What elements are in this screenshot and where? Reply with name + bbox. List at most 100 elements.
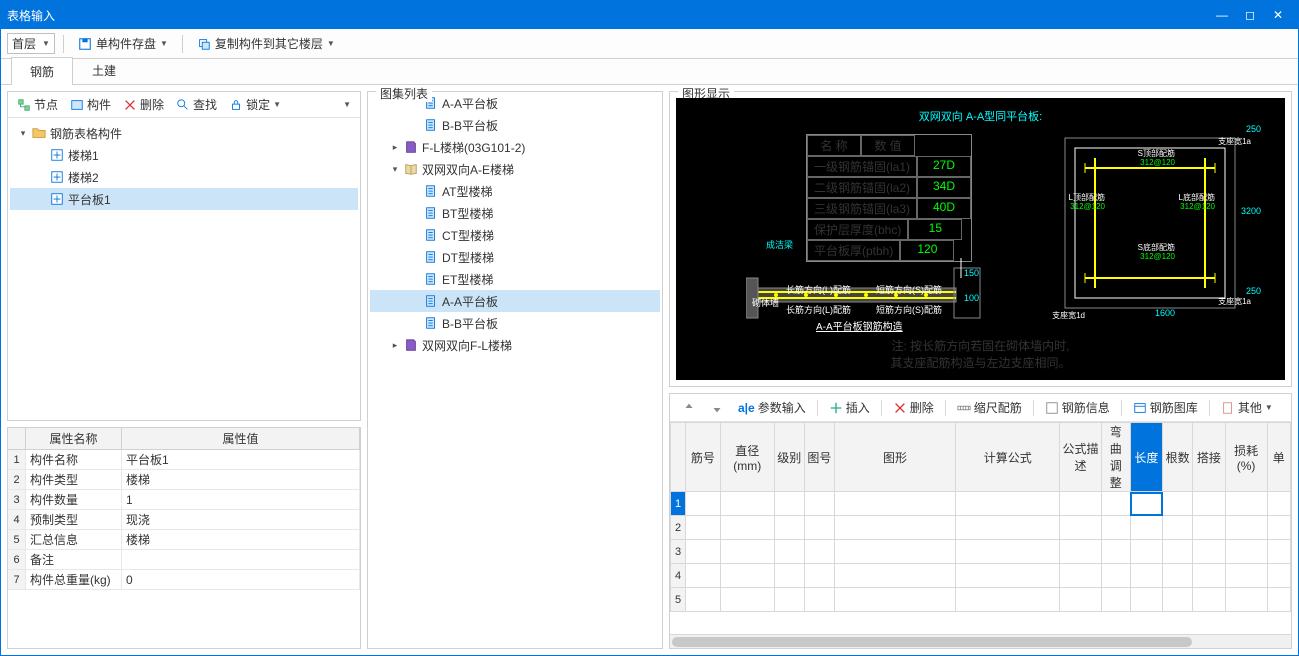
component-button[interactable]: 构件 xyxy=(65,94,116,115)
page-icon xyxy=(1221,401,1235,415)
lock-button[interactable]: 锁定▼ xyxy=(224,94,286,115)
titlebar: 表格输入 — ◻ ✕ xyxy=(1,1,1298,29)
find-button[interactable]: 查找 xyxy=(171,94,222,115)
rebar-lib-button[interactable]: 钢筋图库 xyxy=(1127,397,1204,418)
book-icon xyxy=(404,338,418,352)
chevron-down-icon: ▼ xyxy=(327,39,335,48)
table-row[interactable]: 4 xyxy=(671,564,1291,588)
save-icon xyxy=(78,37,92,51)
tree-item[interactable]: 楼梯2 xyxy=(10,166,358,188)
main-tabs: 钢筋 土建 xyxy=(1,59,1298,85)
minimize-button[interactable]: — xyxy=(1208,5,1236,25)
delete-icon xyxy=(893,401,907,415)
plus-box-icon xyxy=(50,192,64,206)
ruler-icon xyxy=(957,401,971,415)
column-header[interactable]: 图号 xyxy=(804,423,834,492)
chevron-down-icon: ▼ xyxy=(273,100,281,109)
rebar-table[interactable]: 筋号直径(mm)级别图号图形计算公式公式描述弯曲调整长度根数搭接损耗(%)单 1… xyxy=(670,422,1291,612)
single-save-button[interactable]: 单构件存盘 ▼ xyxy=(72,33,174,54)
property-row[interactable]: 3构件数量1 xyxy=(8,490,360,510)
atlas-item[interactable]: AT型楼梯 xyxy=(370,180,660,202)
node-button[interactable]: 节点 xyxy=(12,94,63,115)
other-button[interactable]: 其他▼ xyxy=(1215,397,1279,418)
atlas-item[interactable]: BT型楼梯 xyxy=(370,202,660,224)
property-row[interactable]: 6备注 xyxy=(8,550,360,570)
delete-button[interactable]: 删除 xyxy=(118,94,169,115)
page-icon xyxy=(424,118,438,132)
scale-rebar-button[interactable]: 缩尺配筋 xyxy=(951,397,1028,418)
page-icon xyxy=(424,316,438,330)
tree-item[interactable]: 楼梯1 xyxy=(10,144,358,166)
atlas-item[interactable]: A-A平台板 xyxy=(370,290,660,312)
page-icon xyxy=(424,228,438,242)
move-down-button[interactable] xyxy=(704,399,730,417)
atlas-item[interactable]: DT型楼梯 xyxy=(370,246,660,268)
library-icon xyxy=(1133,401,1147,415)
delete-icon xyxy=(123,98,137,112)
copy-to-other-floors-button[interactable]: 复制构件到其它楼层 ▼ xyxy=(191,33,341,54)
book-icon xyxy=(404,140,418,154)
canvas-title: 双网双向 A-A型同平台板: xyxy=(919,108,1042,124)
column-header[interactable]: 计算公式 xyxy=(956,423,1060,492)
column-header[interactable]: 级别 xyxy=(774,423,804,492)
column-header[interactable]: 单 xyxy=(1267,423,1290,492)
page-icon xyxy=(424,184,438,198)
drawing-canvas[interactable]: 双网双向 A-A型同平台板: 名 称数 值 一级钢筋锚固(la1)27D 二级钢… xyxy=(676,98,1285,380)
tree-toolbar: 节点 构件 删除 查找 锁定▼ ▼ xyxy=(8,92,360,118)
insert-button[interactable]: 插入 xyxy=(823,397,876,418)
atlas-item[interactable]: ▸F-L楼梯(03G101-2) xyxy=(370,136,660,158)
lock-icon xyxy=(229,98,243,112)
rebar-grid-panel: a|e 参数输入 插入 删除 缩尺配筋 钢筋信息 钢筋图库 其他▼ xyxy=(669,393,1292,649)
main-toolbar: 首层 ▼ 单构件存盘 ▼ 复制构件到其它楼层 ▼ xyxy=(1,29,1298,59)
atlas-title: 图集列表 xyxy=(376,85,432,102)
property-row[interactable]: 2构件类型楼梯 xyxy=(8,470,360,490)
column-header[interactable]: 图形 xyxy=(834,423,955,492)
param-input-button[interactable]: a|e 参数输入 xyxy=(732,397,812,418)
horizontal-scrollbar[interactable] xyxy=(670,634,1291,648)
rebar-info-button[interactable]: 钢筋信息 xyxy=(1039,397,1116,418)
column-header[interactable]: 搭接 xyxy=(1193,423,1225,492)
atlas-tree[interactable]: A-A平台板B-B平台板▸F-L楼梯(03G101-2)▾双网双向A-E楼梯AT… xyxy=(368,92,662,648)
property-row[interactable]: 5汇总信息楼梯 xyxy=(8,530,360,550)
column-header[interactable]: 公式描述 xyxy=(1060,423,1101,492)
move-up-button[interactable] xyxy=(676,399,702,417)
close-button[interactable]: ✕ xyxy=(1264,5,1292,25)
prop-header-name: 属性名称 xyxy=(26,428,122,449)
page-icon xyxy=(424,250,438,264)
folder-icon xyxy=(32,126,46,140)
tab-civil[interactable]: 土建 xyxy=(73,56,135,84)
table-row[interactable]: 5 xyxy=(671,588,1291,612)
column-header[interactable]: 筋号 xyxy=(686,423,721,492)
property-row[interactable]: 7构件总重量(kg)0 xyxy=(8,570,360,590)
page-icon xyxy=(424,272,438,286)
property-row[interactable]: 4预制类型现浇 xyxy=(8,510,360,530)
grid-delete-button[interactable]: 删除 xyxy=(887,397,940,418)
column-header[interactable]: 直径(mm) xyxy=(720,423,774,492)
atlas-item[interactable]: ▸双网双向F-L楼梯 xyxy=(370,334,660,356)
table-row[interactable]: 1 xyxy=(671,492,1291,516)
column-header[interactable]: 弯曲调整 xyxy=(1101,423,1130,492)
page-icon xyxy=(424,206,438,220)
tree-item[interactable]: ▾钢筋表格构件 xyxy=(10,122,358,144)
floor-dropdown[interactable]: 首层 ▼ xyxy=(7,33,55,54)
window-title: 表格输入 xyxy=(7,7,1208,24)
column-header[interactable]: 损耗(%) xyxy=(1225,423,1267,492)
insert-icon xyxy=(829,401,843,415)
param-table: 名 称数 值 一级钢筋锚固(la1)27D 二级钢筋锚固(la2)34D 三级钢… xyxy=(806,134,972,262)
atlas-item[interactable]: ▾双网双向A-E楼梯 xyxy=(370,158,660,180)
tree-item[interactable]: 平台板1 xyxy=(10,188,358,210)
table-row[interactable]: 2 xyxy=(671,516,1291,540)
page-icon xyxy=(424,294,438,308)
atlas-item[interactable]: B-B平台板 xyxy=(370,312,660,334)
column-header[interactable]: 长度 xyxy=(1130,423,1162,492)
property-row[interactable]: 1构件名称平台板1 xyxy=(8,450,360,470)
table-row[interactable]: 3 xyxy=(671,540,1291,564)
atlas-item[interactable]: B-B平台板 xyxy=(370,114,660,136)
component-tree[interactable]: ▾钢筋表格构件楼梯1楼梯2平台板1 xyxy=(8,118,360,420)
atlas-item[interactable]: CT型楼梯 xyxy=(370,224,660,246)
atlas-item[interactable]: ET型楼梯 xyxy=(370,268,660,290)
tab-rebar[interactable]: 钢筋 xyxy=(11,57,73,85)
column-header[interactable]: 根数 xyxy=(1163,423,1193,492)
overflow-button[interactable]: ▼ xyxy=(338,98,356,111)
maximize-button[interactable]: ◻ xyxy=(1236,5,1264,25)
